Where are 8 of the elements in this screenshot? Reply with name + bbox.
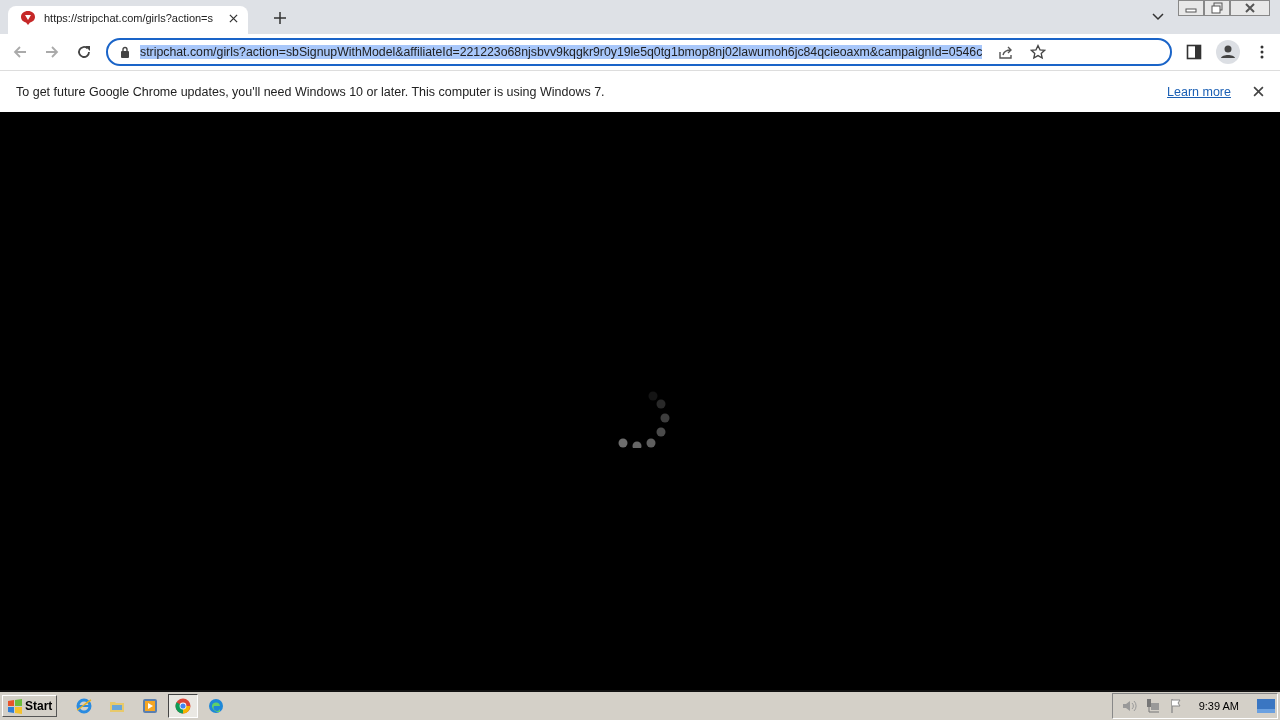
url-text: stripchat.com/girls?action=sbSignupWithModel&affiliateId=221223o68njsbvv9kqgkr9r0y19le5q0tg1bmop8nj02lawumoh6jc84qcieoaxm&campaignId=0546c: [140, 45, 983, 59]
start-button[interactable]: Start: [2, 695, 58, 717]
browser-tab[interactable]: https://stripchat.com/girls?action=s: [8, 6, 248, 34]
learn-more-link[interactable]: Learn more: [1167, 84, 1231, 99]
tab-title: https://stripchat.com/girls?action=s: [44, 12, 215, 24]
address-bar[interactable]: stripchat.com/girls?action=sbSignupWithModel&affiliateId=221223o68njsbvv9kqgkr9r0y19le5q0tg1bmop8nj02lawumoh6jc84qcieoaxm&campaignId=0546c: [106, 38, 1172, 66]
clock-text: 9:39 AM: [1198, 700, 1239, 712]
update-message: To get future Google Chrome updates, you'll need Windows 10 or later. This computer is using Windows 7.: [16, 84, 605, 99]
